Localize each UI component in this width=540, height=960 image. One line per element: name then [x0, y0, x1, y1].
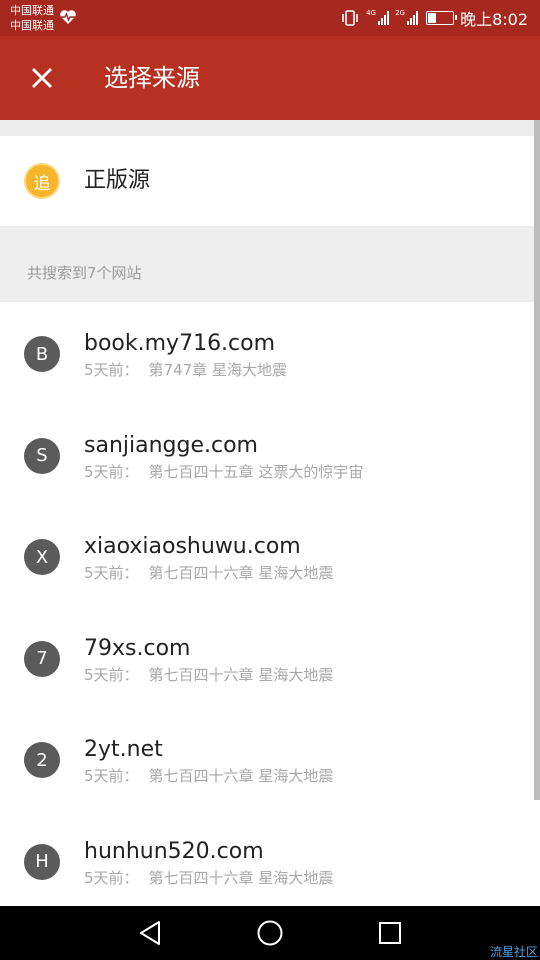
source-latest-chapter: 5天前： 第747章 星海大地震	[84, 361, 287, 379]
battery-icon	[426, 11, 458, 25]
source-domain: xiaoxiaoshuwu.com	[84, 534, 301, 559]
source-avatar: H	[24, 843, 60, 880]
search-count-label: 共搜索到7个网站	[27, 264, 142, 282]
source-domain: book.my716.com	[84, 331, 276, 356]
source-items: B book.my716.com 5天前： 第747章 星海大地震 S sanji…	[0, 302, 540, 906]
official-source-item[interactable]: 追 正版源	[0, 136, 540, 226]
source-item[interactable]: X xiaoxiaoshuwu.com 5天前： 第七百四十六章 星海大地震	[0, 505, 540, 607]
source-domain: 79xs.com	[84, 635, 191, 661]
recents-button[interactable]	[373, 917, 407, 949]
source-item[interactable]: 7 79xs.com 5天前： 第七百四十六章 星海大地震	[0, 606, 540, 708]
source-avatar: 7	[24, 640, 60, 677]
source-item[interactable]: B book.my716.com 5天前： 第747章 星海大地震	[0, 302, 540, 404]
source-domain: hunhun520.com	[84, 838, 264, 864]
back-icon	[140, 921, 160, 945]
source-latest-chapter: 5天前： 第七百四十六章 星海大地震	[84, 564, 334, 582]
source-item[interactable]: 2 2yt.net 5天前： 第七百四十六章 星海大地震	[0, 708, 540, 810]
source-list[interactable]: 追 正版源 共搜索到7个网站 B book.my716.com 5天前： 第747…	[0, 120, 540, 906]
close-icon	[32, 68, 52, 88]
source-item[interactable]: S sanjiangge.com 5天前： 第七百四十五章 这票大的惊宇宙	[0, 403, 540, 505]
navigation-bar: 流星社区	[0, 906, 540, 960]
source-latest-chapter: 5天前： 第七百四十六章 星海大地震	[84, 868, 334, 887]
close-button[interactable]	[22, 58, 62, 98]
source-avatar: B	[24, 336, 60, 372]
carrier-2: 中国联通	[10, 19, 54, 32]
watermark: 流星社区	[489, 945, 538, 959]
back-button[interactable]	[133, 917, 167, 949]
signal-2g-icon: 2G	[395, 9, 419, 25]
source-latest-chapter: 5天前： 第七百四十六章 星海大地震	[84, 665, 334, 684]
scrollbar[interactable]	[534, 120, 540, 800]
carrier-1: 中国联通	[10, 4, 54, 17]
source-domain: sanjiangge.com	[84, 432, 258, 458]
signal-4g-icon: 4G	[366, 9, 390, 25]
official-source-icon: 追	[24, 163, 60, 199]
home-button[interactable]	[253, 917, 287, 949]
status-bar: 中国联通 中国联通 4G 2G 晚上8:02	[0, 0, 540, 36]
source-avatar: X	[24, 539, 60, 575]
divider	[0, 120, 540, 136]
clock: 晚上8:02	[460, 10, 528, 29]
home-icon	[257, 920, 283, 946]
vibrate-icon	[342, 10, 358, 26]
source-item[interactable]: H hunhun520.com 5天前： 第七百四十六章 星海大地震	[0, 809, 540, 906]
recents-icon	[379, 922, 401, 944]
carrier-info: 中国联通 中国联通	[10, 3, 54, 33]
source-latest-chapter: 5天前： 第七百四十六章 星海大地震	[84, 767, 334, 785]
source-avatar: 2	[24, 742, 60, 778]
source-avatar: S	[24, 437, 60, 474]
page-title: 选择来源	[104, 64, 200, 92]
source-domain: 2yt.net	[84, 737, 163, 762]
section-header: 共搜索到7个网站	[0, 226, 540, 302]
health-heart-icon	[60, 10, 76, 24]
official-source-label: 正版源	[84, 168, 151, 193]
source-latest-chapter: 5天前： 第七百四十五章 这票大的惊宇宙	[84, 462, 364, 481]
status-icons: 4G 2G 晚上8:02	[340, 0, 528, 36]
app-bar: 选择来源	[0, 36, 540, 120]
